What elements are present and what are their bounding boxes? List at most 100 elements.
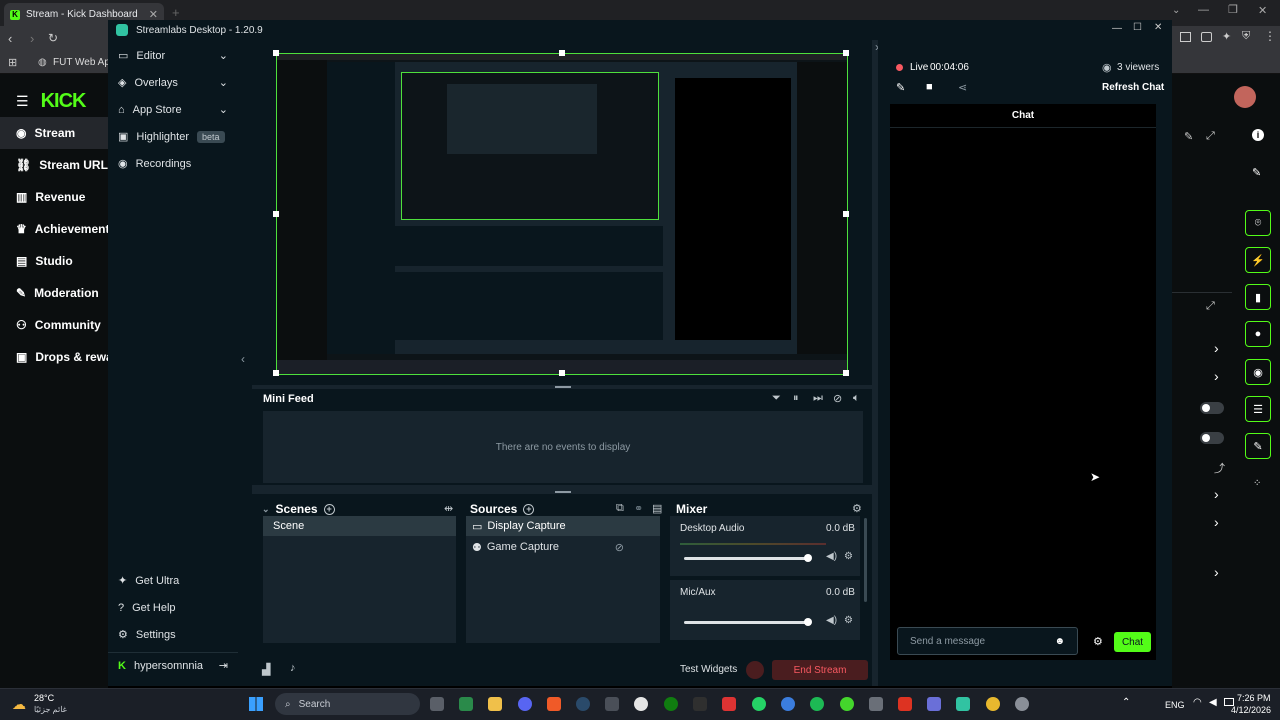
lightning-tool-icon[interactable]: ⚡ — [1245, 247, 1271, 273]
gear-icon[interactable]: ⚙ — [844, 615, 853, 626]
browser-app-icon[interactable] — [781, 697, 795, 711]
add-scene-icon[interactable]: + — [323, 503, 335, 515]
collapse-icon[interactable]: ⌄ — [262, 504, 270, 515]
volume-icon[interactable]: 🔈︎ — [853, 392, 860, 405]
settings-app-icon[interactable] — [1015, 697, 1029, 711]
clock-time[interactable]: 7:26 PM — [1237, 693, 1271, 703]
mixer-scrollbar[interactable] — [864, 518, 867, 602]
chat-settings-icon[interactable]: ⚙ — [1093, 635, 1103, 648]
adobe-icon[interactable] — [898, 697, 912, 711]
kick-nav-drops[interactable]: ▣ Drops & rewa — [0, 341, 108, 373]
chat-message-input[interactable]: Send a message ☻ — [897, 627, 1078, 655]
nav-app-store[interactable]: ⌂ App Store ⌄ — [108, 96, 238, 123]
volume-icon[interactable]: ◀︎) — [826, 551, 837, 562]
input-language[interactable]: ENG — [1165, 700, 1185, 710]
gear-icon[interactable]: ⚙ — [852, 502, 862, 515]
wifi-icon[interactable]: ◠ — [1193, 697, 1202, 708]
game-launcher-icon[interactable] — [605, 697, 619, 711]
document-tool-icon[interactable]: ▮ — [1245, 284, 1271, 310]
nav-recordings[interactable]: ◉ Recordings — [108, 150, 238, 177]
shield-icon[interactable]: ⛨ — [1242, 30, 1250, 43]
send-chat-button[interactable]: Chat — [1114, 632, 1151, 652]
notification-bell-icon[interactable]: ♪ — [290, 662, 296, 674]
gear-icon[interactable]: ⚙ — [844, 551, 853, 562]
kick-nav-stream-url[interactable]: ⛓Stream URL & — [0, 149, 108, 181]
windows-start-icon[interactable] — [249, 697, 263, 711]
extensions-icon[interactable]: ✦ — [1222, 30, 1231, 43]
nav-settings[interactable]: ⚙ Settings — [108, 621, 238, 648]
volume-slider[interactable] — [684, 621, 810, 624]
ea-app-icon[interactable] — [634, 697, 648, 711]
wrench-tool-icon[interactable]: ✎ — [1245, 433, 1271, 459]
hidden-eye-icon[interactable]: ⊘ — [615, 541, 624, 554]
resize-handle[interactable] — [555, 386, 571, 388]
broadcast-tool-icon[interactable]: ◉ — [1245, 359, 1271, 385]
camera-icon[interactable]: ■ — [926, 81, 933, 93]
xbox-icon[interactable] — [664, 697, 678, 711]
nav-overlays[interactable]: ◈ Overlays ⌄ — [108, 69, 238, 96]
source-item[interactable]: ▭ Display Capture — [466, 516, 660, 536]
camera-tool-icon[interactable]: ⌾ — [1245, 210, 1271, 236]
new-tab-button[interactable]: + — [172, 5, 180, 20]
user-account[interactable]: K hypersomnnia ⇥ — [108, 652, 238, 679]
skip-icon[interactable]: ⏭ — [813, 392, 823, 405]
epic-games-icon[interactable] — [693, 697, 707, 711]
pause-icon[interactable]: ⏸ — [793, 392, 799, 405]
logout-icon[interactable]: ⇥ — [219, 659, 228, 672]
source-item[interactable]: ⚉ Game Capture ⊘ — [466, 536, 660, 558]
dots-icon[interactable]: ⁘ — [1253, 478, 1261, 489]
spotify-icon[interactable] — [810, 697, 824, 711]
pencil-icon[interactable]: ✎ — [1252, 166, 1261, 179]
layout-tool-icon[interactable]: ☰ — [1245, 396, 1271, 422]
maximize-icon[interactable]: ☐ — [1133, 22, 1142, 33]
forward-icon[interactable]: › — [30, 31, 34, 46]
nav-get-help[interactable]: ? Get Help — [108, 594, 238, 621]
back-icon[interactable]: ‹ — [8, 31, 12, 46]
chrome-icon[interactable] — [986, 697, 1000, 711]
controller-app-icon[interactable] — [927, 697, 941, 711]
razer-icon[interactable] — [840, 697, 854, 711]
source-audio-icon[interactable]: ⚭ — [634, 502, 643, 515]
edit-icon[interactable]: ✎ — [1184, 130, 1193, 143]
close-icon[interactable]: ✕ — [1154, 22, 1162, 33]
volume-knob[interactable] — [804, 554, 812, 562]
chat-app-icon[interactable] — [752, 697, 766, 711]
source-folder-icon[interactable]: ⧉ — [616, 502, 624, 515]
toggle-switch[interactable] — [1200, 402, 1224, 414]
kick-nav-community[interactable]: ⚇ Community — [0, 309, 108, 341]
apps-grid-icon[interactable]: ⊞ — [8, 56, 17, 69]
share-icon[interactable]: ⋖ — [958, 81, 967, 94]
kick-nav-studio[interactable]: ▤ Studio — [0, 245, 108, 277]
filter-icon[interactable]: ⏷ — [772, 392, 781, 405]
refresh-chat-button[interactable]: Refresh Chat — [1102, 82, 1164, 93]
hamburger-icon[interactable]: ☰ — [16, 93, 29, 110]
kick-logo[interactable]: KICK — [41, 90, 87, 113]
emoji-icon[interactable]: ☻ — [1054, 636, 1065, 647]
edit-stream-icon[interactable]: ✎ — [896, 81, 905, 94]
popout-icon-2[interactable]: ⤢ — [1206, 300, 1215, 313]
spreadsheet-app-icon[interactable] — [459, 697, 473, 711]
weather-icon[interactable]: ☁ — [12, 696, 26, 713]
steam-icon[interactable] — [576, 697, 590, 711]
task-view-icon[interactable] — [430, 697, 444, 711]
nav-get-ultra[interactable]: ✦ Get Ultra — [108, 567, 238, 594]
nav-editor[interactable]: ▭ Editor ⌄ — [108, 42, 238, 69]
chevron-right-icon[interactable]: › — [1214, 486, 1219, 502]
app-icon[interactable] — [869, 697, 883, 711]
brave-browser-icon[interactable] — [547, 697, 561, 711]
scene-item[interactable]: Scene — [263, 516, 456, 536]
collapse-sidebar-icon[interactable]: ‹ — [241, 352, 245, 366]
chat-tool-icon[interactable]: ● — [1245, 321, 1271, 347]
mute-alerts-icon[interactable]: ⊘ — [833, 392, 842, 405]
discord-icon[interactable] — [518, 697, 532, 711]
chevron-right-icon[interactable]: › — [1214, 564, 1219, 580]
kick-nav-moderation[interactable]: ✎ Moderation — [0, 277, 108, 309]
chevron-down-icon[interactable]: ⌄ — [1172, 5, 1180, 16]
clock-date[interactable]: 4/12/2026 — [1231, 705, 1271, 715]
chevron-right-icon[interactable]: › — [1214, 340, 1219, 356]
kick-nav-stream[interactable]: ◉ Stream — [0, 117, 108, 149]
scene-transitions-icon[interactable]: ⇹ — [444, 502, 453, 515]
end-stream-button[interactable]: End Stream — [772, 660, 868, 680]
taskbar-search[interactable]: ⌕ Search — [275, 693, 420, 715]
file-explorer-icon[interactable] — [488, 697, 502, 711]
